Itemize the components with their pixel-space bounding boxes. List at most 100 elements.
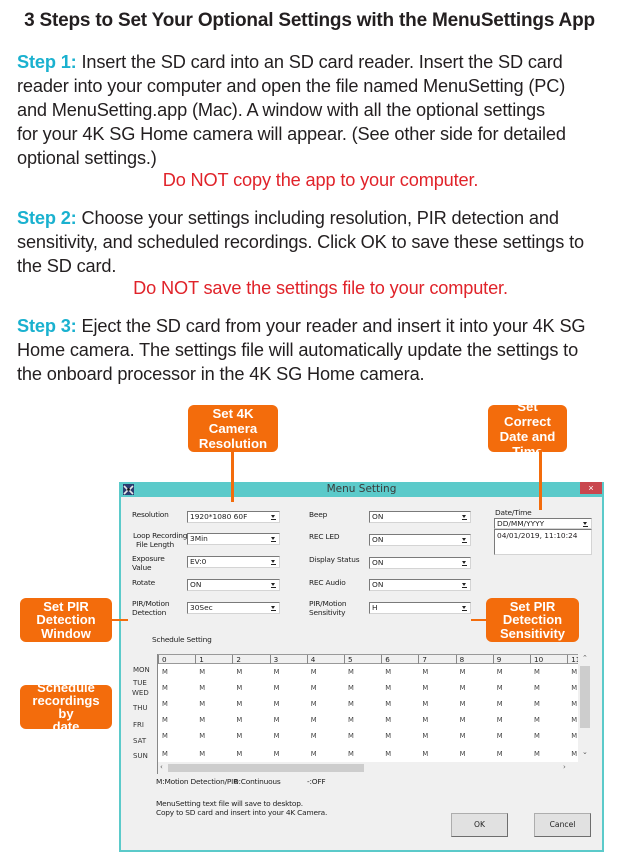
schedule-cell[interactable]: M	[497, 750, 503, 758]
schedule-cell[interactable]: M	[311, 684, 317, 692]
chevron-down-icon[interactable]	[269, 535, 278, 543]
schedule-cell[interactable]: M	[497, 668, 503, 676]
schedule-cell[interactable]: M	[460, 684, 466, 692]
resolution-select[interactable]: 1920*1080 60F	[187, 511, 280, 523]
schedule-cell[interactable]: M	[497, 700, 503, 708]
scroll-left-icon[interactable]: ‹	[160, 763, 163, 771]
schedule-cell[interactable]: M	[311, 716, 317, 724]
schedule-cell[interactable]: M	[348, 668, 354, 676]
schedule-cell[interactable]: M	[571, 684, 577, 692]
schedule-cell[interactable]: M	[422, 684, 428, 692]
schedule-cell[interactable]: M	[497, 732, 503, 740]
schedule-cell[interactable]: M	[162, 684, 168, 692]
schedule-cell[interactable]: M	[311, 700, 317, 708]
schedule-cell[interactable]: M	[571, 716, 577, 724]
schedule-cell[interactable]: M	[199, 716, 205, 724]
schedule-cell[interactable]: M	[274, 684, 280, 692]
schedule-cell[interactable]: M	[534, 684, 540, 692]
schedule-cell[interactable]: M	[571, 750, 577, 758]
title-bar[interactable]: Menu Setting ×	[119, 482, 604, 497]
schedule-cell[interactable]: M	[385, 750, 391, 758]
date-time-input[interactable]: 04/01/2019, 11:10:24	[494, 529, 592, 555]
schedule-cell[interactable]: M	[199, 732, 205, 740]
chevron-down-icon[interactable]	[460, 604, 469, 612]
schedule-cell[interactable]: M	[534, 732, 540, 740]
schedule-cell[interactable]: M	[460, 732, 466, 740]
loop-recording-select[interactable]: 3Min	[187, 533, 280, 545]
schedule-cell[interactable]: M	[236, 684, 242, 692]
scroll-right-icon[interactable]: ›	[563, 763, 566, 771]
schedule-cell[interactable]: M	[571, 732, 577, 740]
cancel-button[interactable]: Cancel	[534, 813, 591, 837]
ok-button[interactable]: OK	[451, 813, 508, 837]
rec-audio-select[interactable]: ON	[369, 579, 471, 591]
schedule-cell[interactable]: M	[236, 750, 242, 758]
vertical-scrollbar[interactable]: ⌃ ⌄	[578, 654, 592, 762]
rec-led-select[interactable]: ON	[369, 534, 471, 546]
chevron-down-icon[interactable]	[581, 520, 590, 528]
chevron-down-icon[interactable]	[460, 513, 469, 521]
schedule-cell[interactable]: M	[534, 668, 540, 676]
schedule-grid[interactable]: 0 1 2 3 4 5 6 7 8 9 10 11 MMMMMMMMMMMMMMMMMMMMMMMMM…	[157, 654, 593, 774]
schedule-cell[interactable]: M	[311, 732, 317, 740]
schedule-cell[interactable]: M	[348, 750, 354, 758]
chevron-down-icon[interactable]	[269, 581, 278, 589]
schedule-cell[interactable]: M	[385, 716, 391, 724]
schedule-cell[interactable]: M	[162, 668, 168, 676]
chevron-down-icon[interactable]	[269, 558, 278, 566]
schedule-cell[interactable]: M	[460, 750, 466, 758]
horizontal-scrollbar[interactable]: ‹ ›	[158, 762, 593, 774]
schedule-cell[interactable]: M	[348, 700, 354, 708]
schedule-cell[interactable]: M	[422, 750, 428, 758]
scroll-up-icon[interactable]: ⌃	[582, 654, 588, 662]
exposure-select[interactable]: EV:0	[187, 556, 280, 568]
schedule-cell[interactable]: M	[571, 668, 577, 676]
schedule-cell[interactable]: M	[385, 684, 391, 692]
schedule-cell[interactable]: M	[534, 716, 540, 724]
schedule-cell[interactable]: M	[236, 700, 242, 708]
schedule-cell[interactable]: M	[385, 668, 391, 676]
schedule-cell[interactable]: M	[534, 750, 540, 758]
scroll-down-icon[interactable]: ⌄	[582, 748, 588, 756]
chevron-down-icon[interactable]	[269, 513, 278, 521]
pir-detection-select[interactable]: 30Sec	[187, 602, 280, 614]
schedule-cell[interactable]: M	[274, 716, 280, 724]
schedule-cell[interactable]: M	[348, 716, 354, 724]
schedule-cell[interactable]: M	[236, 716, 242, 724]
schedule-cell[interactable]: M	[274, 700, 280, 708]
schedule-cell[interactable]: M	[236, 732, 242, 740]
schedule-cell[interactable]: M	[422, 716, 428, 724]
scroll-thumb[interactable]	[168, 764, 364, 772]
schedule-cell[interactable]: M	[571, 700, 577, 708]
schedule-cell[interactable]: M	[348, 732, 354, 740]
schedule-cell[interactable]: M	[460, 668, 466, 676]
schedule-cell[interactable]: M	[274, 668, 280, 676]
display-status-select[interactable]: ON	[369, 557, 471, 569]
schedule-cell[interactable]: M	[199, 668, 205, 676]
schedule-cell[interactable]: M	[385, 700, 391, 708]
schedule-cell[interactable]: M	[236, 668, 242, 676]
schedule-cell[interactable]: M	[162, 732, 168, 740]
chevron-down-icon[interactable]	[269, 604, 278, 612]
schedule-cell[interactable]: M	[199, 700, 205, 708]
schedule-cell[interactable]: M	[422, 668, 428, 676]
scroll-thumb[interactable]	[580, 666, 590, 728]
schedule-cell[interactable]: M	[460, 716, 466, 724]
close-button[interactable]: ×	[580, 482, 602, 494]
schedule-cell[interactable]: M	[274, 732, 280, 740]
schedule-cell[interactable]: M	[497, 684, 503, 692]
schedule-cell[interactable]: M	[311, 668, 317, 676]
schedule-cell[interactable]: M	[199, 684, 205, 692]
schedule-cell[interactable]: M	[460, 700, 466, 708]
rotate-select[interactable]: ON	[187, 579, 280, 591]
date-format-select[interactable]: DD/MM/YYYY	[494, 518, 592, 529]
schedule-cell[interactable]: M	[422, 732, 428, 740]
schedule-cell[interactable]: M	[534, 700, 540, 708]
chevron-down-icon[interactable]	[460, 536, 469, 544]
schedule-cell[interactable]: M	[162, 700, 168, 708]
beep-select[interactable]: ON	[369, 511, 471, 523]
pir-sensitivity-select[interactable]: H	[369, 602, 471, 614]
schedule-cell[interactable]: M	[199, 750, 205, 758]
chevron-down-icon[interactable]	[460, 559, 469, 567]
schedule-cell[interactable]: M	[311, 750, 317, 758]
